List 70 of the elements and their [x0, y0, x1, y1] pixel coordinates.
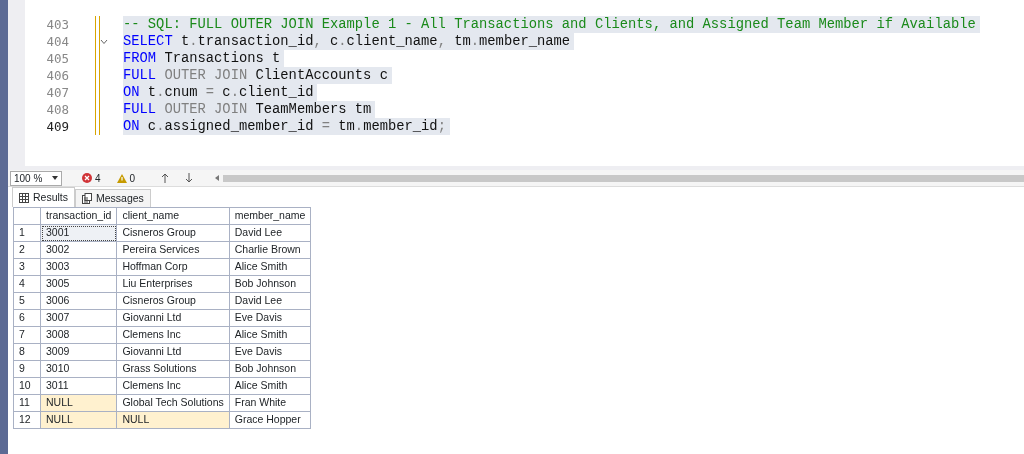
table-cell[interactable]: Eve Davis	[229, 309, 311, 327]
row-number: 2	[13, 241, 41, 259]
grid-icon	[19, 192, 29, 203]
table-cell[interactable]: David Lee	[229, 224, 311, 242]
table-cell[interactable]: 3011	[40, 377, 117, 395]
scrollbar-thumb[interactable]	[223, 174, 1024, 182]
line-number: 404	[45, 33, 69, 50]
table-cell[interactable]: Alice Smith	[229, 326, 311, 344]
row-number: 3	[13, 258, 41, 276]
table-cell[interactable]: 3010	[40, 360, 117, 378]
table-cell[interactable]: 3006	[40, 292, 117, 310]
table-cell[interactable]: Cisneros Group	[116, 224, 230, 242]
table-cell[interactable]: Grass Solutions	[116, 360, 230, 378]
table-cell[interactable]: Alice Smith	[229, 258, 311, 276]
table-cell[interactable]: Charlie Brown	[229, 241, 311, 259]
line-number: 409	[45, 118, 69, 135]
table-cell[interactable]: Eve Davis	[229, 343, 311, 361]
table-cell[interactable]: 3007	[40, 309, 117, 327]
table-cell[interactable]: Bob Johnson	[229, 275, 311, 293]
table-cell[interactable]: 3005	[40, 275, 117, 293]
scroll-left-icon[interactable]	[215, 175, 220, 181]
table-cell[interactable]: 3008	[40, 326, 117, 344]
table-cell[interactable]: Giovanni Ltd	[116, 309, 230, 327]
row-number: 11	[13, 394, 41, 412]
table-cell[interactable]: Giovanni Ltd	[116, 343, 230, 361]
table-cell[interactable]: Clemens Inc	[116, 326, 230, 344]
table-cell[interactable]: Liu Enterprises	[116, 275, 230, 293]
table-cell[interactable]: 3003	[40, 258, 117, 276]
line-number: 405	[45, 50, 69, 67]
error-count: 4	[95, 171, 101, 186]
row-number: 10	[13, 377, 41, 395]
results-tab[interactable]: Messages	[75, 189, 151, 207]
zoom-dropdown[interactable]: 100 %	[10, 170, 62, 186]
table-cell[interactable]: Clemens Inc	[116, 377, 230, 395]
collapse-chevron-icon[interactable]	[100, 39, 108, 45]
row-number: 12	[13, 411, 41, 429]
table-cell[interactable]: Pereira Services	[116, 241, 230, 259]
warning-icon	[116, 173, 127, 183]
line-number: 408	[45, 101, 69, 118]
corner-cell	[13, 207, 41, 225]
error-icon	[82, 173, 92, 183]
row-number: 8	[13, 343, 41, 361]
column-header: client_name	[116, 207, 230, 225]
row-number: 4	[13, 275, 41, 293]
row-number: 1	[13, 224, 41, 242]
row-number: 5	[13, 292, 41, 310]
up-arrow-icon[interactable]	[161, 173, 170, 183]
table-cell[interactable]: Cisneros Group	[116, 292, 230, 310]
table-cell[interactable]: 3009	[40, 343, 117, 361]
document-icon	[82, 193, 92, 204]
line-number: 403	[45, 16, 69, 33]
table-cell[interactable]: Grace Hopper	[229, 411, 311, 429]
table-cell[interactable]: Hoffman Corp	[116, 258, 230, 276]
table-cell[interactable]: Bob Johnson	[229, 360, 311, 378]
table-cell[interactable]: Global Tech Solutions	[116, 394, 230, 412]
row-number: 6	[13, 309, 41, 327]
table-cell[interactable]: 3002	[40, 241, 117, 259]
column-header: transaction_id	[40, 207, 117, 225]
warning-count: 0	[129, 171, 136, 186]
caret-icon	[52, 176, 58, 180]
table-cell[interactable]: David Lee	[229, 292, 311, 310]
table-cell[interactable]: Alice Smith	[229, 377, 311, 395]
column-header: member_name	[229, 207, 311, 225]
line-number: 407	[45, 84, 69, 101]
row-number: 7	[13, 326, 41, 344]
down-arrow-icon[interactable]	[185, 173, 194, 183]
results-tab[interactable]: Results	[12, 187, 75, 207]
table-cell[interactable]: Fran White	[229, 394, 311, 412]
row-number: 9	[13, 360, 41, 378]
line-number: 406	[45, 67, 69, 84]
